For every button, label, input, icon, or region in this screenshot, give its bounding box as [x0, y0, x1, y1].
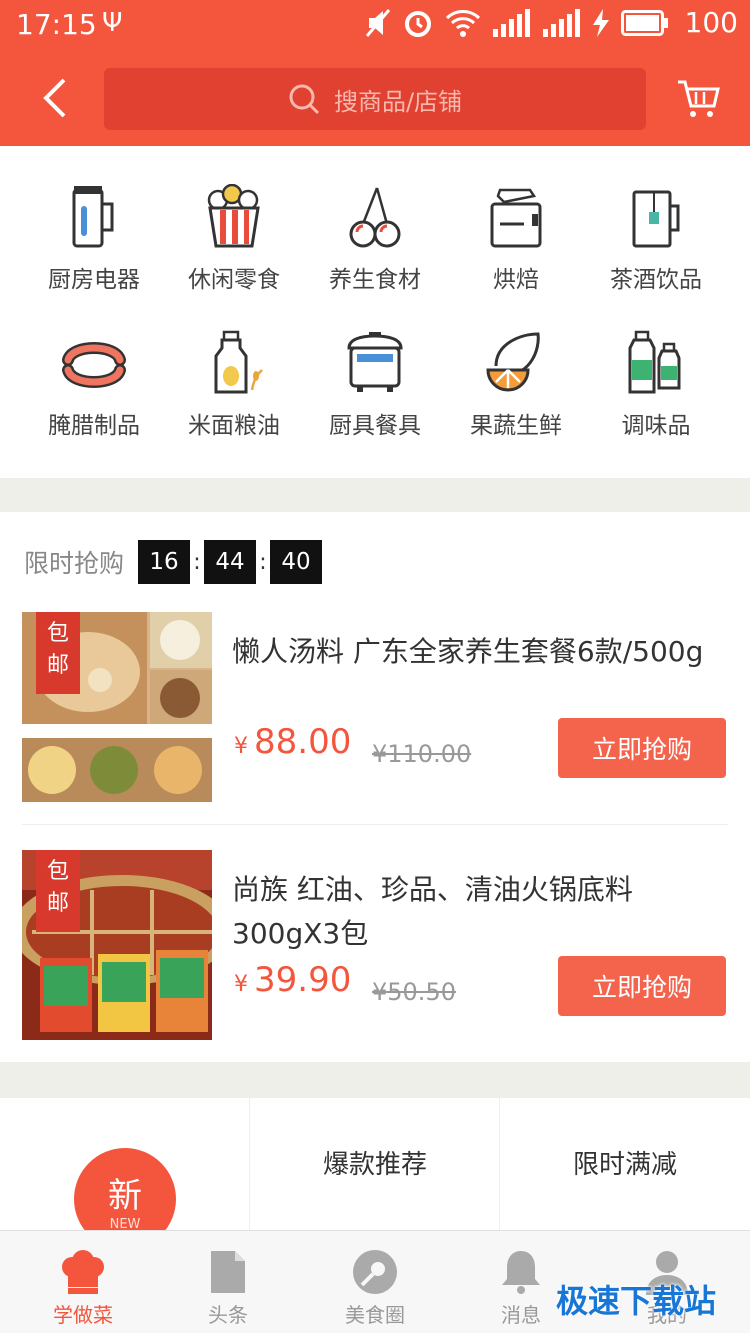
- category-label: 烘焙: [493, 267, 539, 293]
- countdown-separator: :: [193, 549, 201, 575]
- free-shipping-tag: 包邮: [36, 612, 80, 694]
- original-price: ¥50.50: [372, 978, 456, 1006]
- tab-label: 美食圈: [345, 1303, 405, 1327]
- price-value: 39.90: [254, 960, 352, 1000]
- flash-sale-section: 限时抢购 16 : 44 : 40 包邮 懒人汤料 广东全家养生套餐6款/500…: [0, 512, 750, 1062]
- charging-icon: [592, 8, 609, 37]
- buy-now-button[interactable]: 立即抢购: [558, 718, 726, 778]
- hot-recommend-cell[interactable]: 爆款推荐: [250, 1098, 499, 1238]
- toaster-icon: [490, 188, 542, 248]
- cherry-icon: [349, 187, 401, 248]
- product-item[interactable]: 包邮 懒人汤料 广东全家养生套餐6款/500g ¥88.00 ¥110.00 立…: [0, 612, 750, 825]
- top-bar: 17:15 Ψ 100 搜商品/店铺: [0, 0, 750, 146]
- status-icons: 100: [365, 6, 738, 39]
- tab-headlines[interactable]: 头条: [153, 1231, 303, 1333]
- tag-text: 邮: [46, 891, 69, 916]
- tab-label: 头条: [208, 1303, 248, 1327]
- category-label: 调味品: [621, 413, 691, 439]
- document-icon: [211, 1251, 245, 1293]
- cart-icon[interactable]: [676, 78, 720, 120]
- new-products-cell[interactable]: 新 NEW: [0, 1098, 249, 1250]
- kettle-icon: [72, 186, 114, 248]
- search-icon: [289, 84, 320, 115]
- currency-symbol: ¥: [234, 734, 248, 759]
- product-name[interactable]: 懒人汤料 广东全家养生套餐6款/500g: [232, 630, 712, 674]
- bell-icon: [502, 1251, 540, 1294]
- countdown-hours: 16: [138, 540, 191, 584]
- product-price: ¥88.00: [234, 722, 351, 762]
- tag-text: 邮: [46, 653, 69, 678]
- category-item[interactable]: 腌腊制品: [24, 330, 164, 470]
- sauce-bottles-icon: [628, 330, 681, 394]
- tea-cup-icon: [632, 190, 680, 248]
- category-label: 果蔬生鲜: [470, 413, 562, 439]
- category-label: 厨具餐具: [329, 413, 421, 439]
- category-label: 养生食材: [329, 267, 421, 293]
- category-grid: 厨房电器 休闲零食 养生食材 烘焙 茶酒饮品 腌腊制品 米面粮油 厨具餐具 果蔬…: [0, 146, 750, 478]
- limited-discount-cell[interactable]: 限时满减: [500, 1098, 750, 1238]
- original-price: ¥110.00: [372, 740, 472, 768]
- countdown-separator: :: [259, 549, 267, 575]
- category-label: 厨房电器: [48, 267, 140, 293]
- battery-level: 100: [684, 6, 738, 39]
- tab-label: 学做菜: [53, 1303, 113, 1327]
- free-shipping-tag: 包邮: [36, 850, 80, 932]
- category-label: 休闲零食: [188, 267, 280, 293]
- back-icon[interactable]: [36, 76, 76, 120]
- fruit-icon: [486, 332, 540, 392]
- product-image[interactable]: 包邮: [22, 850, 212, 1040]
- limited-discount-label: 限时满减: [572, 1150, 677, 1180]
- category-item[interactable]: 调味品: [586, 330, 726, 470]
- tab-food-circle[interactable]: 美食圈: [300, 1231, 450, 1333]
- status-bar: 17:15 Ψ 100: [0, 0, 750, 52]
- buy-now-button[interactable]: 立即抢购: [558, 956, 726, 1016]
- category-item[interactable]: 烘焙: [446, 184, 586, 324]
- product-item[interactable]: 包邮 尚族 红油、珍品、清油火锅底料300gX3包 ¥39.90 ¥50.50 …: [0, 850, 750, 1060]
- hot-recommend-label: 爆款推荐: [322, 1150, 427, 1180]
- mute-icon: [365, 8, 390, 37]
- signal-icon-2: [542, 8, 580, 37]
- category-item[interactable]: 养生食材: [305, 184, 445, 324]
- category-item[interactable]: 厨具餐具: [305, 330, 445, 470]
- usb-icon: Ψ: [102, 8, 123, 38]
- category-item[interactable]: 厨房电器: [24, 184, 164, 324]
- category-label: 腌腊制品: [48, 413, 140, 439]
- tab-learn-cooking[interactable]: 学做菜: [8, 1231, 158, 1333]
- status-time: 17:15: [16, 8, 97, 41]
- chef-hat-icon: [62, 1250, 104, 1294]
- product-image[interactable]: 包邮: [22, 612, 212, 802]
- category-item[interactable]: 茶酒饮品: [586, 184, 726, 324]
- new-label: 新: [108, 1176, 142, 1216]
- divider: [22, 824, 728, 825]
- sausage-icon: [62, 342, 126, 388]
- product-name[interactable]: 尚族 红油、珍品、清油火锅底料300gX3包: [232, 868, 712, 956]
- flash-sale-title: 限时抢购: [24, 549, 125, 578]
- rice-cooker-icon: [347, 332, 403, 392]
- signal-icon: [492, 8, 530, 37]
- flash-sale-header: 限时抢购 16 : 44 : 40: [24, 540, 323, 584]
- alarm-icon: [404, 10, 431, 37]
- tag-text: 包: [46, 859, 69, 884]
- header: 搜商品/店铺: [0, 52, 750, 146]
- popcorn-icon: [207, 184, 260, 248]
- price-value: 88.00: [254, 722, 352, 762]
- currency-symbol: ¥: [234, 972, 248, 997]
- watermark: 极速下载站: [556, 1282, 717, 1320]
- category-label: 茶酒饮品: [610, 267, 702, 293]
- category-item[interactable]: 米面粮油: [164, 330, 304, 470]
- category-label: 米面粮油: [188, 413, 280, 439]
- oil-bottle-icon: [214, 330, 263, 394]
- tag-text: 包: [46, 621, 69, 646]
- category-item[interactable]: 休闲零食: [164, 184, 304, 324]
- search-placeholder: 搜商品/店铺: [333, 87, 463, 116]
- countdown-minutes: 44: [204, 540, 257, 584]
- promo-grid: 新 NEW 爆款推荐 限时满减: [0, 1098, 750, 1250]
- product-price: ¥39.90: [234, 960, 351, 1000]
- category-item[interactable]: 果蔬生鲜: [446, 330, 586, 470]
- wifi-icon: [445, 9, 480, 37]
- battery-icon: [620, 9, 668, 36]
- countdown-seconds: 40: [270, 540, 323, 584]
- search-input[interactable]: 搜商品/店铺: [104, 68, 646, 130]
- plate-spoon-icon: [353, 1250, 397, 1294]
